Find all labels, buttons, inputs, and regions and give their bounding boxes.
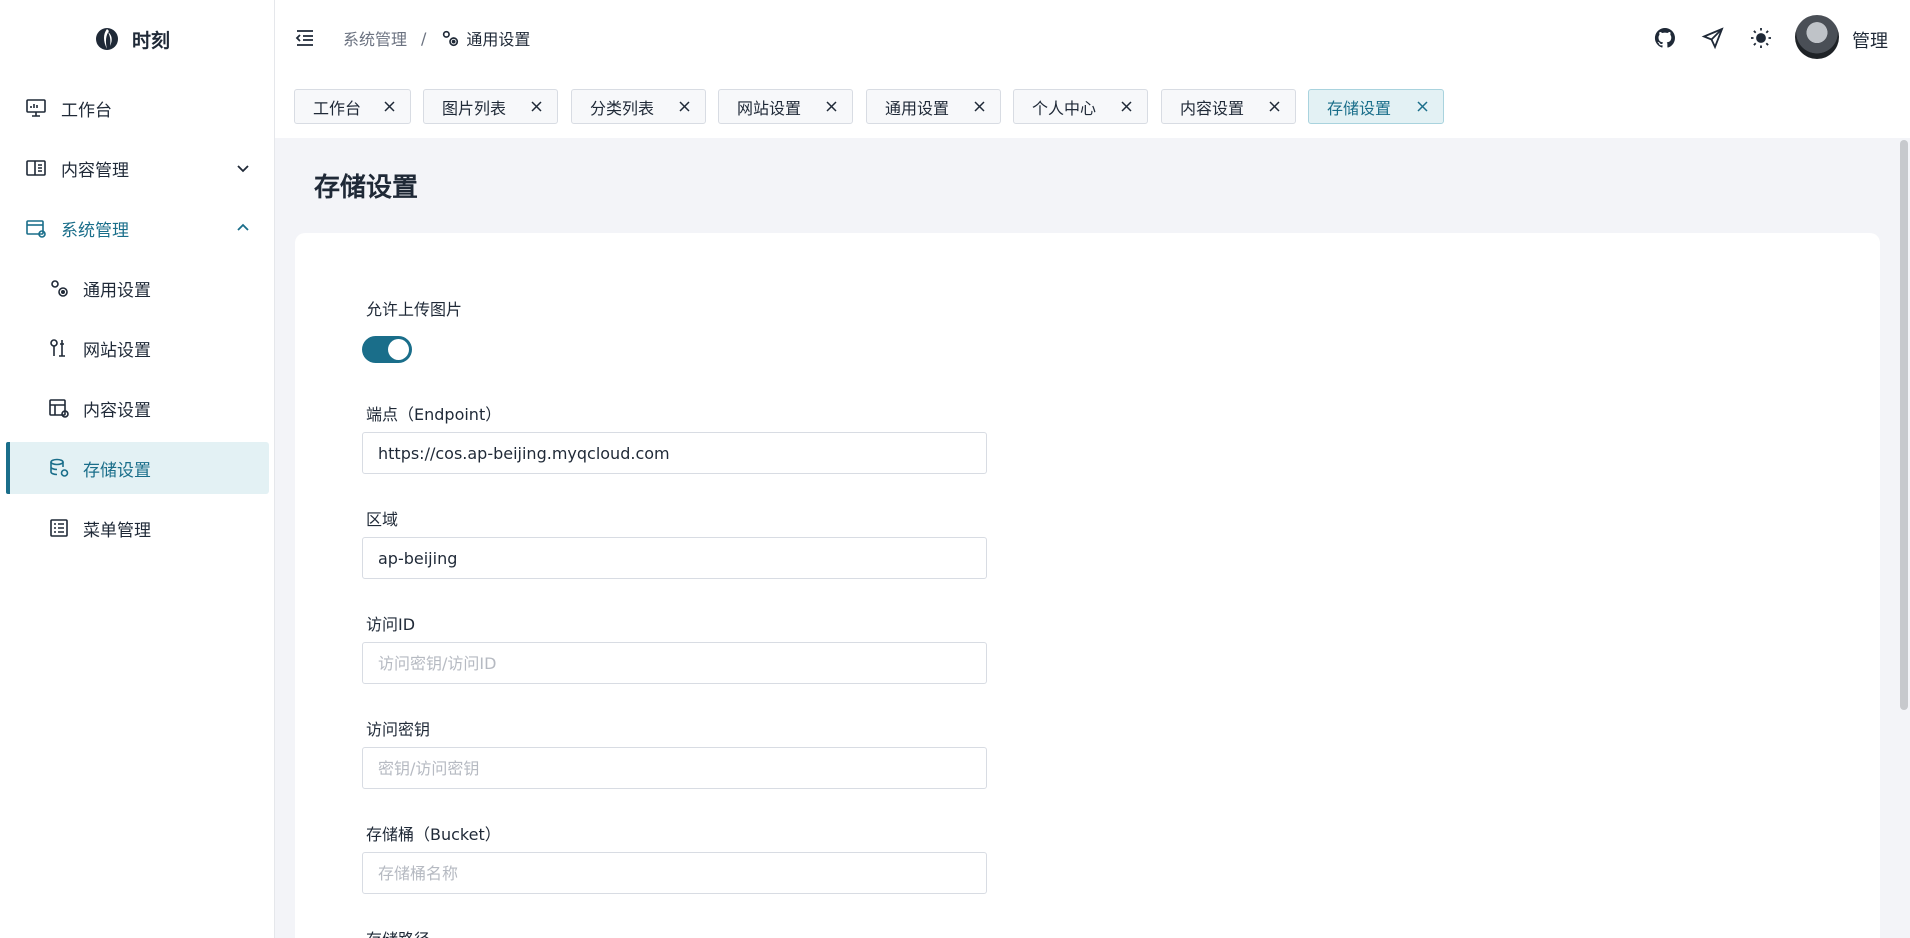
sidebar-item-storage-settings[interactable]: 存储设置 — [6, 442, 269, 494]
tab-label: 存储设置 — [1327, 98, 1392, 118]
breadcrumb: 系统管理 / 通用设置 — [343, 26, 530, 50]
database-settings-icon — [47, 456, 71, 480]
tab-personal-center[interactable]: 个人中心 — [1013, 89, 1148, 124]
tab-content-settings[interactable]: 内容设置 — [1161, 89, 1296, 124]
tab-label: 个人中心 — [1032, 98, 1097, 118]
tab-label: 工作台 — [313, 98, 362, 118]
sidebar-item-label: 内容管理 — [61, 160, 129, 181]
gears-icon — [47, 276, 71, 300]
access-id-input[interactable] — [362, 642, 987, 684]
region-input[interactable] — [362, 537, 987, 579]
storage-path-label: 存储路径 — [366, 926, 430, 938]
sidebar: 时刻 工作台 内容管理 系统管理 通用设置 网站设置 内容设置 存储设置 菜单管… — [0, 0, 275, 938]
tab-label: 内容设置 — [1180, 98, 1245, 118]
scrollbar-thumb[interactable] — [1900, 140, 1908, 710]
list-icon — [47, 516, 71, 540]
sidebar-item-label: 存储设置 — [83, 460, 151, 481]
access-key-input[interactable] — [362, 747, 987, 789]
close-icon[interactable] — [1415, 99, 1430, 114]
sidebar-item-label: 内容设置 — [83, 400, 151, 421]
content-settings-icon — [47, 396, 71, 420]
region-label: 区域 — [366, 510, 399, 529]
logo-icon — [96, 28, 118, 50]
github-icon[interactable] — [1653, 26, 1677, 50]
sidebar-item-label: 网站设置 — [83, 340, 151, 361]
breadcrumb-separator: / — [421, 28, 427, 48]
sidebar-item-menu-management[interactable]: 菜单管理 — [6, 502, 269, 554]
sidebar-item-site-settings[interactable]: 网站设置 — [6, 322, 269, 374]
user-name[interactable]: 管理 — [1852, 27, 1888, 53]
endpoint-label: 端点（Endpoint） — [366, 405, 502, 424]
tab-label: 通用设置 — [885, 98, 950, 118]
sidebar-item-label: 菜单管理 — [83, 520, 151, 541]
collapse-sidebar-icon[interactable] — [293, 26, 317, 50]
send-icon[interactable] — [1701, 26, 1725, 50]
allow-upload-toggle[interactable] — [362, 336, 412, 363]
top-header: 系统管理 / 通用设置 管理 — [275, 0, 1910, 76]
sidebar-item-label: 工作台 — [61, 100, 112, 121]
app-name: 时刻 — [132, 29, 171, 52]
tab-site-settings[interactable]: 网站设置 — [718, 89, 853, 124]
tab-storage-settings[interactable]: 存储设置 — [1308, 89, 1444, 124]
sidebar-item-general-settings[interactable]: 通用设置 — [6, 262, 269, 314]
monitor-icon — [24, 96, 48, 120]
tab-general-settings[interactable]: 通用设置 — [866, 89, 1001, 124]
gears-icon — [443, 30, 459, 47]
allow-upload-label: 允许上传图片 — [366, 300, 463, 319]
system-settings-icon — [24, 216, 48, 240]
settings-card — [295, 233, 1880, 938]
tab-label: 网站设置 — [737, 98, 802, 118]
tabs-bar: 工作台 图片列表 分类列表 网站设置 通用设置 个人中心 内容设置 存储设置 — [275, 76, 1910, 138]
close-icon[interactable] — [1267, 99, 1282, 114]
tab-category-list[interactable]: 分类列表 — [571, 89, 706, 124]
sidebar-item-workbench[interactable]: 工作台 — [6, 82, 269, 134]
sun-icon[interactable] — [1749, 26, 1773, 50]
page-title: 存储设置 — [314, 173, 419, 203]
sidebar-item-content-settings[interactable]: 内容设置 — [6, 382, 269, 434]
sidebar-item-label: 系统管理 — [61, 220, 129, 241]
close-icon[interactable] — [677, 99, 692, 114]
tab-label: 图片列表 — [442, 98, 507, 118]
bucket-input[interactable] — [362, 852, 987, 894]
close-icon[interactable] — [1119, 99, 1134, 114]
sidebar-item-system-management[interactable]: 系统管理 — [6, 202, 269, 254]
access-id-label: 访问ID — [366, 615, 416, 634]
access-key-label: 访问密钥 — [366, 720, 431, 739]
close-icon[interactable] — [382, 99, 397, 114]
tab-label: 分类列表 — [590, 98, 655, 118]
tab-workbench[interactable]: 工作台 — [294, 89, 411, 124]
close-icon[interactable] — [824, 99, 839, 114]
close-icon[interactable] — [529, 99, 544, 114]
avatar[interactable] — [1795, 15, 1839, 59]
chevron-down-icon — [237, 165, 249, 173]
close-icon[interactable] — [972, 99, 987, 114]
bucket-label: 存储桶（Bucket） — [366, 825, 501, 844]
page-scrollbar[interactable] — [1898, 138, 1910, 938]
chevron-up-icon — [237, 223, 249, 231]
breadcrumb-current: 通用设置 — [466, 30, 531, 49]
app-logo[interactable]: 时刻 — [94, 24, 170, 54]
tools-icon — [47, 336, 71, 360]
sidebar-item-label: 通用设置 — [83, 280, 151, 301]
content-panel-icon — [24, 156, 48, 180]
tab-image-list[interactable]: 图片列表 — [423, 89, 558, 124]
sidebar-item-content-management[interactable]: 内容管理 — [6, 142, 269, 194]
endpoint-input[interactable] — [362, 432, 987, 474]
toggle-knob — [388, 339, 409, 360]
breadcrumb-parent[interactable]: 系统管理 — [343, 26, 407, 50]
